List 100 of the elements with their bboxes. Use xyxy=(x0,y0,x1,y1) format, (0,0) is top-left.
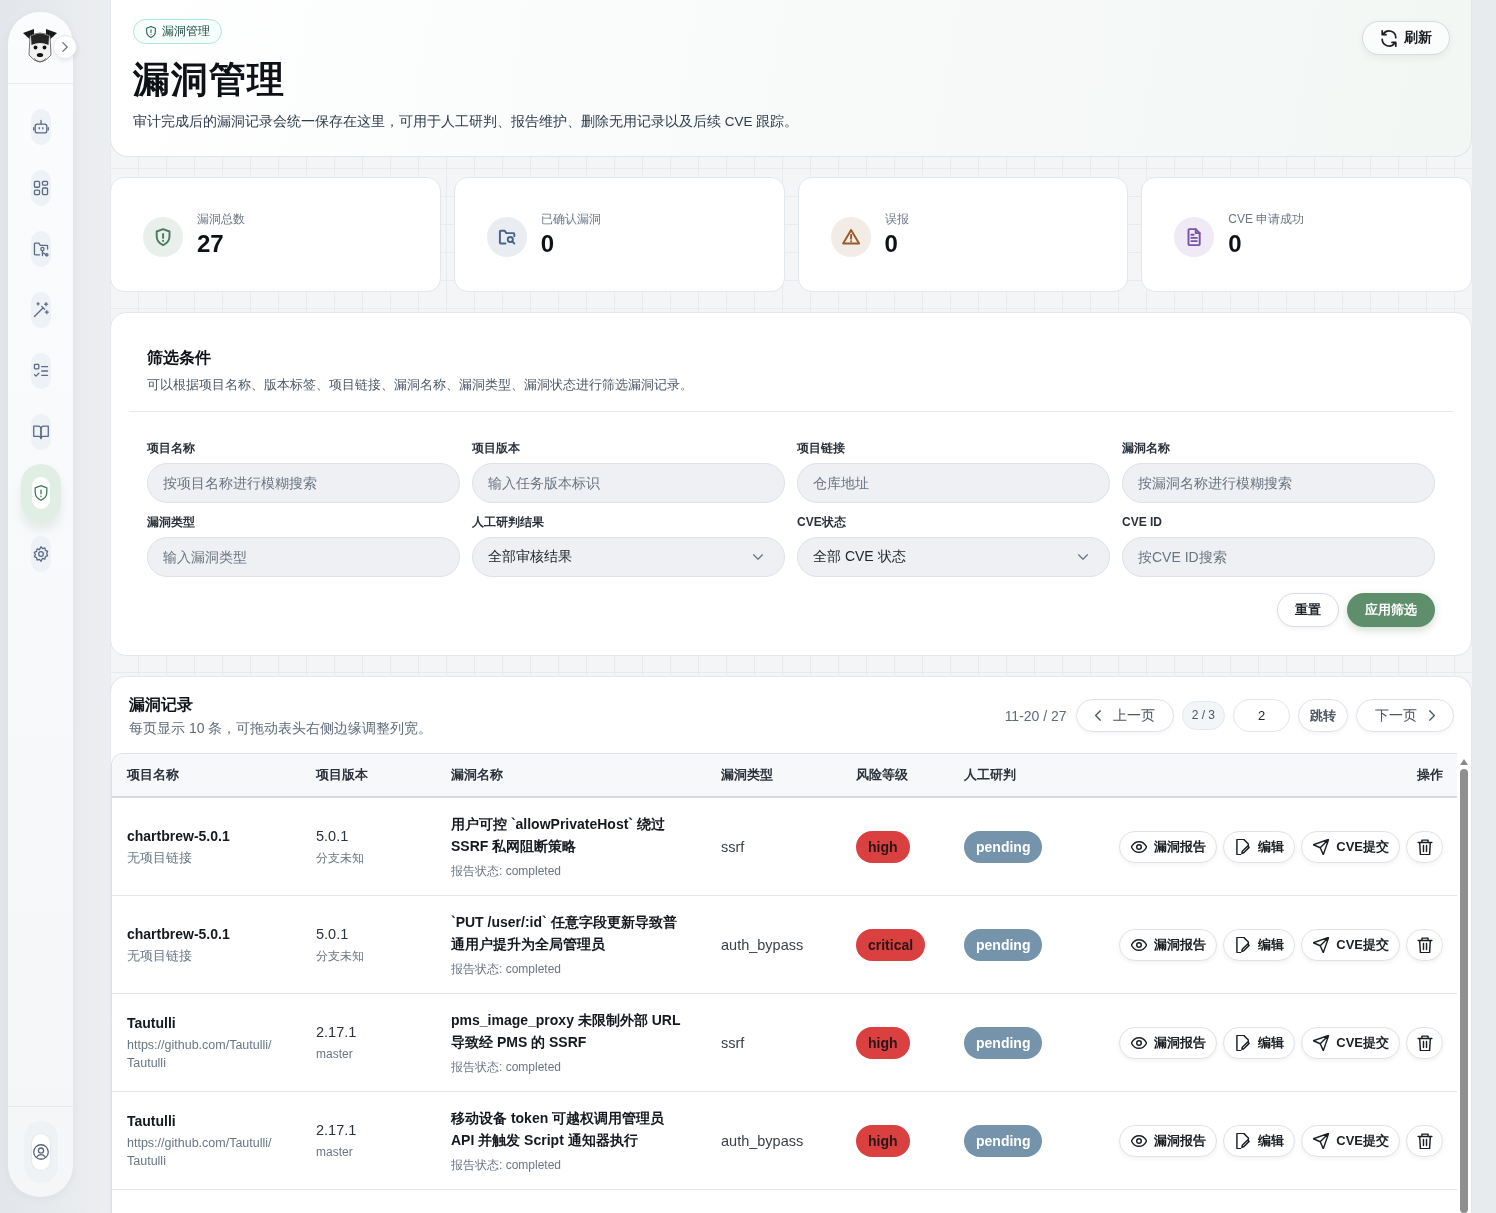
filter-description: 可以根据项目名称、版本标签、项目链接、漏洞名称、漏洞类型、漏洞状态进行筛选漏洞记录。 xyxy=(147,376,694,394)
refresh-icon xyxy=(1381,29,1397,47)
trash-icon xyxy=(1416,936,1433,953)
version-text: 2.17.1 xyxy=(316,1023,357,1042)
cve-submit-button[interactable]: CVE提交 xyxy=(1301,1124,1400,1157)
chevron-right-icon xyxy=(1429,710,1435,721)
records-description: 每页显示 10 条，可拖动表头右侧边缘调整列宽。 xyxy=(129,719,433,738)
filter-select[interactable]: 全部 CVE 状态 xyxy=(797,537,1110,577)
warning-icon xyxy=(830,216,871,257)
grid-icon xyxy=(32,180,49,196)
cve-submit-button[interactable]: CVE提交 xyxy=(1301,1026,1400,1059)
nav-item[interactable] xyxy=(30,536,51,572)
column-header: 漏洞名称 xyxy=(451,767,503,782)
book-icon xyxy=(32,424,49,440)
report-button[interactable]: 漏洞报告 xyxy=(1119,830,1218,863)
risk-badge: high xyxy=(856,1026,910,1059)
column-header: 操作 xyxy=(1417,767,1443,782)
nav-item[interactable] xyxy=(30,292,51,328)
vuln-type: ssrf xyxy=(721,838,745,855)
edit-button[interactable]: 编辑 xyxy=(1223,928,1296,961)
project-name: chartbrew-5.0.1 xyxy=(127,827,230,846)
checklist-icon xyxy=(32,363,49,379)
edit-icon xyxy=(1235,1132,1252,1149)
delete-button[interactable] xyxy=(1406,830,1443,863)
shield-alert-icon xyxy=(143,216,183,257)
repo-address-text: https://github.com/Tautulli/Tautulli xyxy=(127,1135,273,1170)
filter-input[interactable]: 仓库地址 xyxy=(797,463,1110,503)
filter-input[interactable]: 输入任务版本标识 xyxy=(472,463,785,503)
records-title: 漏洞记录 xyxy=(129,695,194,715)
trash-icon xyxy=(1416,1132,1433,1149)
review-badge: pending xyxy=(964,928,1043,961)
report-button[interactable]: 漏洞报告 xyxy=(1119,1026,1218,1059)
nav-item[interactable] xyxy=(20,464,61,522)
stat-label: 已确认漏洞 xyxy=(540,210,601,227)
report-status: 报告状态: completed xyxy=(451,863,562,880)
filter-input[interactable]: 输入漏洞类型 xyxy=(147,537,460,577)
edit-icon xyxy=(1235,1034,1252,1051)
eye-icon xyxy=(1131,838,1148,855)
filter-select[interactable]: 全部审核结果 xyxy=(472,537,785,577)
cve-submit-button[interactable]: CVE提交 xyxy=(1301,928,1400,961)
vuln-type: auth_bypass xyxy=(721,1132,804,1149)
project-name: Tautulli xyxy=(127,1014,176,1033)
nav-item[interactable] xyxy=(30,170,51,206)
filter-input[interactable]: 按CVE ID搜索 xyxy=(1122,537,1435,577)
apply-filter-button[interactable]: 应用筛选 xyxy=(1347,593,1435,627)
field-label: CVE状态 xyxy=(797,514,847,530)
stat-value: 0 xyxy=(884,228,899,259)
version-text: 5.0.1 xyxy=(316,827,349,846)
report-button[interactable]: 漏洞报告 xyxy=(1119,1124,1218,1157)
stat-value: 0 xyxy=(1228,228,1243,259)
scroll-up-arrow-icon[interactable] xyxy=(1460,759,1468,765)
branch-text: 分支未知 xyxy=(316,850,364,867)
column-header: 漏洞类型 xyxy=(721,767,773,782)
review-badge: pending xyxy=(964,830,1043,863)
vuln-name: 用户可控 `allowPrivateHost` 绕过 SSRF 私网阻断策略 xyxy=(451,815,666,856)
page-range: 11-20 / 27 xyxy=(1004,707,1067,724)
nav-item[interactable] xyxy=(30,353,51,389)
project-name: chartbrew-5.0.1 xyxy=(127,925,230,944)
risk-badge: critical xyxy=(856,928,926,961)
edit-button[interactable]: 编辑 xyxy=(1223,1124,1296,1157)
filter-input[interactable]: 按漏洞名称进行模糊搜索 xyxy=(1122,463,1435,503)
column-header: 人工研判 xyxy=(964,767,1016,782)
delete-button[interactable] xyxy=(1406,928,1443,961)
branch-text: 分支未知 xyxy=(316,948,364,965)
send-icon xyxy=(1313,838,1330,855)
risk-badge: high xyxy=(856,1124,910,1157)
profile-button[interactable] xyxy=(23,1121,58,1183)
version-text: 5.0.1 xyxy=(316,925,349,944)
eye-icon xyxy=(1131,936,1148,953)
shield-alert-icon xyxy=(146,25,156,38)
jump-button[interactable]: 跳转 xyxy=(1298,699,1348,732)
filter-input[interactable]: 按项目名称进行模糊搜索 xyxy=(147,463,460,503)
nav-item[interactable] xyxy=(30,231,51,267)
eye-icon xyxy=(1131,1034,1148,1051)
report-button[interactable]: 漏洞报告 xyxy=(1119,928,1218,961)
column-header: 风险等级 xyxy=(856,767,908,782)
settings-icon xyxy=(32,546,49,562)
next-page-button[interactable]: 下一页 xyxy=(1356,699,1454,732)
delete-button[interactable] xyxy=(1406,1026,1443,1059)
review-badge: pending xyxy=(964,1026,1043,1059)
folder-key-icon xyxy=(32,241,49,257)
field-label: 项目链接 xyxy=(797,440,846,456)
page-input[interactable]: 2 xyxy=(1233,699,1290,732)
scrollbar-thumb[interactable] xyxy=(1460,769,1468,1213)
edit-button[interactable]: 编辑 xyxy=(1223,1026,1296,1059)
nav-item[interactable] xyxy=(30,414,51,450)
edit-button[interactable]: 编辑 xyxy=(1223,830,1296,863)
nav-item[interactable] xyxy=(30,109,51,145)
refresh-button[interactable]: 刷新 xyxy=(1362,21,1450,55)
vuln-type: ssrf xyxy=(721,1034,745,1051)
column-header: 项目版本 xyxy=(316,767,368,782)
prev-page-button[interactable]: 上一页 xyxy=(1075,699,1174,732)
cve-submit-button[interactable]: CVE提交 xyxy=(1301,830,1400,863)
repo-address-text: https://github.com/Tautulli/Tautulli xyxy=(127,1037,273,1072)
delete-button[interactable] xyxy=(1406,1124,1443,1157)
vuln-name: 移动设备 token 可越权调用管理员 API 并触发 Script 通知器执行 xyxy=(451,1109,666,1150)
repo-address-text: 无项目链接 xyxy=(127,850,192,867)
reset-button[interactable]: 重置 xyxy=(1277,593,1339,627)
chevron-down-icon xyxy=(753,554,763,560)
review-badge: pending xyxy=(964,1124,1043,1157)
